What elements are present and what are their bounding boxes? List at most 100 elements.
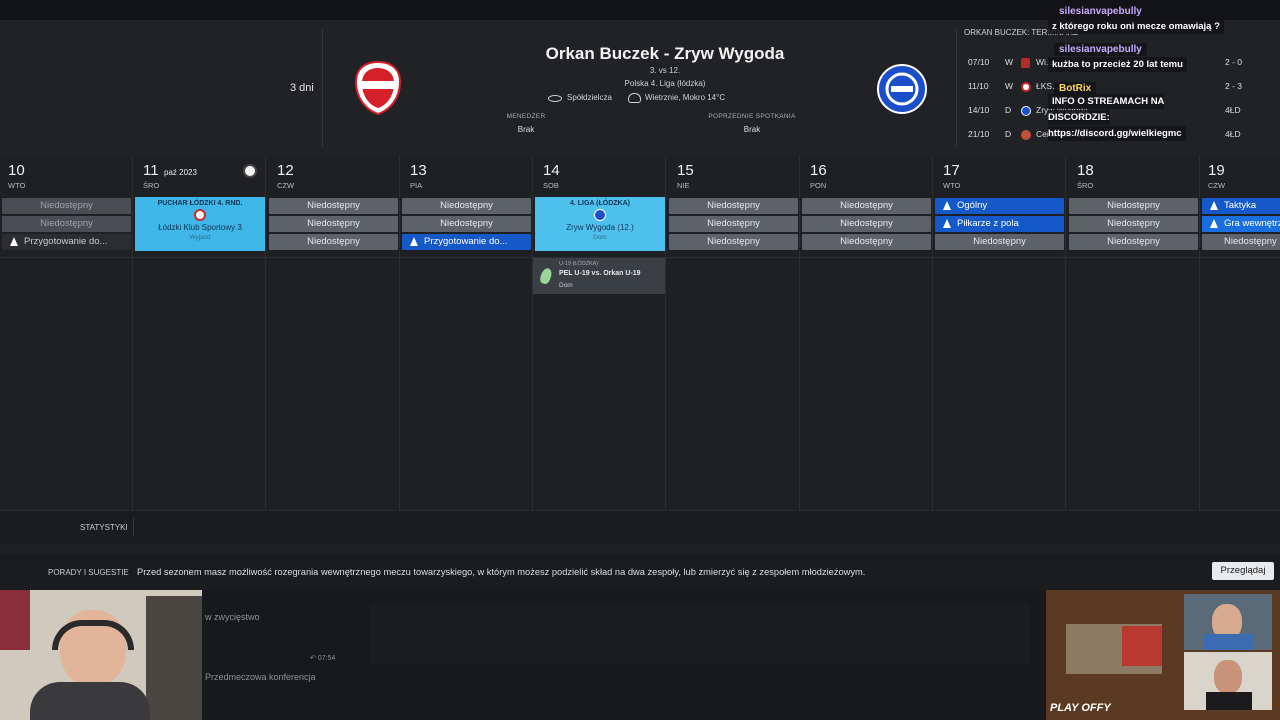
activity-slot[interactable]: Niedostępny bbox=[935, 234, 1064, 250]
news-detail-area bbox=[370, 604, 1030, 664]
opponent-name: Łódzki Klub Sportowy 3 bbox=[158, 223, 242, 232]
activity-slot[interactable]: Niedostępny bbox=[802, 216, 931, 232]
calendar: 10 WTO Niedostępny Niedostępny Przygotow… bbox=[0, 156, 1280, 510]
activity-slot[interactable]: Niedostępny bbox=[802, 198, 931, 214]
day-column[interactable]: 14 SOB 4. LIGA (ŁÓDZKA) Zryw Wygoda (12.… bbox=[533, 156, 666, 510]
guest-face bbox=[1214, 660, 1242, 694]
day-number: 18 bbox=[1077, 162, 1094, 179]
activity-slot[interactable]: Przygotowanie do... bbox=[2, 234, 131, 250]
activity-slot[interactable]: Niedostępny bbox=[1202, 234, 1280, 250]
league-match-card[interactable]: 4. LIGA (ŁÓDZKA) Zryw Wygoda (12.) Dom bbox=[535, 197, 665, 251]
activity-slot[interactable]: Taktyka bbox=[1202, 198, 1280, 214]
activity-slot[interactable]: Niedostępny bbox=[269, 198, 398, 214]
activity-slot[interactable]: Niedostępny bbox=[269, 234, 398, 250]
month-label: paź 2023 bbox=[164, 168, 197, 177]
team-crest-icon bbox=[1021, 82, 1031, 92]
fixture-score: 4ŁD bbox=[1225, 129, 1241, 139]
news-item-text[interactable]: Przedmeczowa konferencja bbox=[205, 672, 316, 682]
fixture-venue: W bbox=[1005, 81, 1014, 91]
activity-slot[interactable]: Niedostępny bbox=[669, 234, 798, 250]
day-number: 19 bbox=[1208, 162, 1225, 179]
activity-slot[interactable]: Przygotowanie do... bbox=[402, 234, 531, 250]
guest-webcam-1 bbox=[1184, 594, 1272, 650]
day-number: 16 bbox=[810, 162, 827, 179]
youth-team-icon bbox=[538, 266, 554, 286]
home-team-crest[interactable] bbox=[354, 60, 402, 116]
day-column[interactable]: 10 WTO Niedostępny Niedostępny Przygotow… bbox=[0, 156, 133, 510]
streamer-webcam bbox=[0, 590, 202, 720]
team-crest-icon bbox=[1021, 58, 1030, 68]
chat-message: z którego roku oni mecze omawiają ? bbox=[1048, 16, 1224, 34]
training-icon bbox=[1210, 201, 1218, 210]
news-item-text[interactable]: w zwycięstwo bbox=[205, 612, 260, 622]
day-column[interactable]: 11 ŚRO paź 2023 PUCHAR ŁÓDZKI 4. RND. Łó… bbox=[133, 156, 266, 510]
webcam-flag bbox=[0, 590, 30, 650]
venue-weather-row: Spółdzielcza Wietrznie, Mokro 14°C bbox=[548, 93, 788, 105]
day-number: 12 bbox=[277, 162, 294, 179]
activity-slot[interactable]: Piłkarze z pola bbox=[935, 216, 1064, 232]
review-button[interactable]: Przeglądaj bbox=[1212, 562, 1274, 580]
activity-slot[interactable]: Niedostępny bbox=[802, 234, 931, 250]
cup-match-card[interactable]: PUCHAR ŁÓDZKI 4. RND. Łódzki Klub Sporto… bbox=[135, 197, 265, 251]
activity-slot[interactable]: Niedostępny bbox=[669, 216, 798, 232]
activity-label: Taktyka bbox=[1224, 200, 1257, 211]
day-column[interactable]: 19 CZW Taktyka Gra wewnętrzna Niedostępn… bbox=[1200, 156, 1280, 510]
watermark-logo: PLAY OFFY bbox=[1050, 702, 1111, 714]
activity-slot[interactable]: Niedostępny bbox=[402, 216, 531, 232]
fixture-score: 2 - 0 bbox=[1225, 57, 1243, 67]
activity-slot[interactable]: Niedostępny bbox=[402, 198, 531, 214]
activity-slot[interactable]: Niedostępny bbox=[1069, 216, 1198, 232]
fixture-venue: W bbox=[1005, 57, 1014, 67]
day-name: CZW bbox=[277, 181, 295, 190]
away-team-crest[interactable] bbox=[877, 64, 927, 114]
day-column[interactable]: 16 PON Niedostępny Niedostępny Niedostęp… bbox=[800, 156, 933, 510]
guest-webcams: PLAY OFFY bbox=[1046, 590, 1280, 720]
day-column[interactable]: 12 CZW Niedostępny Niedostępny Niedostęp… bbox=[267, 156, 400, 510]
webcam-shirt bbox=[30, 682, 150, 720]
row-divider bbox=[0, 257, 1280, 258]
day-column[interactable]: 15 NIE Niedostępny Niedostępny Niedostęp… bbox=[667, 156, 800, 510]
activity-slot[interactable]: Niedostępny bbox=[669, 198, 798, 214]
training-icon bbox=[943, 201, 951, 210]
chat-message: INFO O STREAMACH NA DISCORDZIE: https://… bbox=[1048, 93, 1226, 141]
activity-slot[interactable]: Niedostępny bbox=[269, 216, 398, 232]
activity-slot[interactable]: Gra wewnętrzna bbox=[1202, 216, 1280, 232]
weather-text: Wietrznie, Mokro 14°C bbox=[645, 93, 726, 102]
guest-webcam-2 bbox=[1184, 652, 1272, 710]
fixture-venue: D bbox=[1005, 129, 1012, 139]
day-number: 11 bbox=[143, 162, 159, 179]
day-column[interactable]: 17 WTO Ogólny Piłkarze z pola Niedostępn… bbox=[933, 156, 1066, 510]
training-icon bbox=[943, 219, 951, 228]
activity-slot[interactable]: Niedostępny bbox=[1069, 234, 1198, 250]
previous-meetings-value: Brak bbox=[743, 125, 761, 134]
day-column[interactable]: 13 PIA Niedostępny Niedostępny Przygotow… bbox=[400, 156, 533, 510]
opponent-crest-icon bbox=[194, 209, 206, 221]
advice-label: PORADY I SUGESTIE bbox=[48, 568, 129, 577]
activity-label: Ogólny bbox=[957, 200, 988, 211]
activity-slot[interactable]: Niedostępny bbox=[2, 198, 131, 214]
match-title: Orkan Buczek - Zryw Wygoda bbox=[545, 44, 785, 63]
stadium-name: Spółdzielcza bbox=[567, 93, 612, 102]
youth-match-venue: Dom bbox=[559, 282, 573, 289]
headphones-icon bbox=[52, 620, 134, 650]
day-number: 13 bbox=[410, 162, 427, 179]
activity-slot[interactable]: Niedostępny bbox=[1069, 198, 1198, 214]
activity-slot[interactable]: Niedostępny bbox=[2, 216, 131, 232]
news-time: 07:54 bbox=[317, 655, 336, 662]
stats-tab[interactable]: STATYSTYKI bbox=[80, 523, 128, 532]
fixture-score: 4ŁD bbox=[1225, 105, 1241, 115]
day-column[interactable]: 18 ŚRO Niedostępny Niedostępny Niedostęp… bbox=[1067, 156, 1200, 510]
youth-match-card[interactable]: U-19 (ŁÓDZKA) PEL U-19 vs. Orkan U-19 Do… bbox=[533, 258, 665, 294]
team-crest-icon bbox=[1021, 106, 1031, 116]
activity-slot[interactable]: Ogólny bbox=[935, 198, 1064, 214]
day-name: PON bbox=[810, 181, 827, 190]
video-thumbnail-detail bbox=[1122, 626, 1162, 666]
day-name: NIE bbox=[677, 181, 690, 190]
chat-message: kużba to przecież 20 lat temu bbox=[1048, 54, 1187, 72]
news-item-time: ↶ 07:54 bbox=[310, 654, 335, 662]
day-name: CZW bbox=[1208, 181, 1226, 190]
day-name: ŚRO bbox=[143, 181, 160, 190]
fixture-score: 2 - 3 bbox=[1225, 81, 1243, 91]
fixture-venue: D bbox=[1005, 105, 1012, 115]
fixture-date: 07/10 bbox=[968, 57, 990, 67]
